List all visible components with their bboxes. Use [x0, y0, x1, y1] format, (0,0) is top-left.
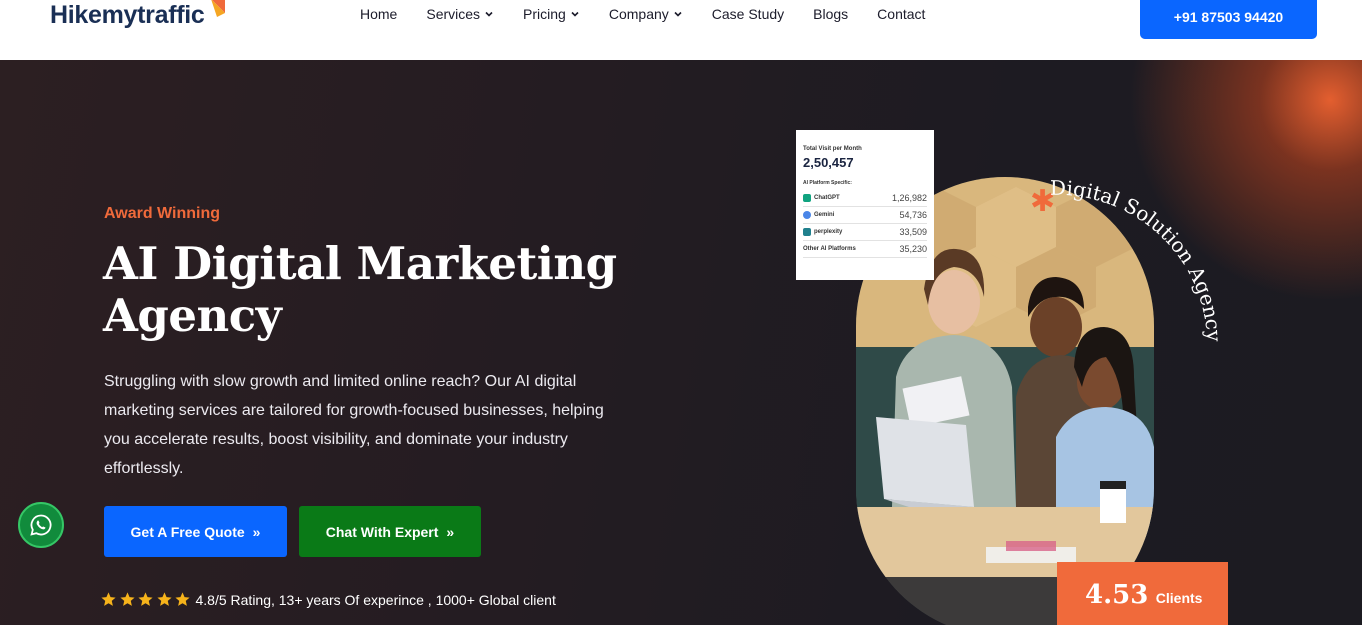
star-icon — [100, 591, 117, 608]
star-icon — [156, 591, 173, 608]
stats-row-label: perplexity — [803, 228, 842, 236]
stats-row: ChatGPT 1,26,982 — [803, 190, 927, 207]
stats-row-value: 33,509 — [899, 227, 927, 237]
label-text: Other AI Platforms — [803, 246, 856, 252]
nav-label: Pricing — [523, 6, 566, 22]
label-text: ChatGPT — [814, 195, 840, 201]
chatgpt-icon — [803, 194, 811, 202]
nav-label: Services — [426, 6, 481, 22]
stats-title: Total Visit per Month — [803, 146, 862, 152]
clients-number: 4.53 — [1085, 580, 1149, 610]
rating-text: 4.8/5 Rating, 13+ years Of experince , 1… — [195, 591, 556, 608]
badge-text-path: Digital Solution Agency — [1050, 176, 1226, 343]
chevron-down-icon — [673, 9, 683, 19]
double-chevron-right-icon: » — [252, 523, 261, 540]
star-icon — [119, 591, 136, 608]
chat-with-expert-button[interactable]: Chat With Expert » — [299, 506, 481, 557]
nav-label: Company — [608, 6, 669, 22]
clients-box: 4.53 Clients — [1057, 562, 1228, 625]
whatsapp-icon — [30, 514, 52, 536]
stats-row-value: 1,26,982 — [891, 193, 927, 203]
logo[interactable]: Hikemytraffic — [50, 0, 227, 32]
nav-company[interactable]: Company — [609, 6, 683, 22]
label-text: perplexity — [814, 229, 843, 235]
perplexity-icon — [803, 228, 811, 236]
nav-home[interactable]: Home — [360, 6, 397, 22]
nav-contact[interactable]: Contact — [877, 6, 925, 22]
stats-row: perplexity 33,509 — [803, 224, 927, 241]
stats-row: Other AI Platforms 35,230 — [803, 241, 927, 258]
logo-text: Hikemytraffic — [50, 0, 205, 29]
button-label: Chat With Expert — [325, 523, 439, 540]
nav-blogs[interactable]: Blogs — [813, 6, 848, 22]
stats-row: Gemini 54,736 — [803, 207, 927, 224]
nav-case-study[interactable]: Case Study — [712, 6, 784, 22]
stats-rows: ChatGPT 1,26,982 Gemini 54,736 perplexit… — [803, 190, 927, 258]
hero-section: Award Winning AI Digital Marketing Agenc… — [0, 60, 1362, 625]
stats-row-label: Gemini — [803, 211, 834, 219]
site-header: Hikemytraffic Home Services Pricing Comp… — [0, 0, 1362, 60]
digital-solution-badge: ✱ Digital Solution Agency — [1030, 176, 1226, 343]
double-chevron-right-icon: » — [446, 523, 455, 540]
star-icon — [137, 591, 154, 608]
phone-button[interactable]: +91 87503 94420 — [1140, 0, 1317, 39]
eyebrow-label: Award Winning — [104, 205, 220, 222]
main-nav: Home Services Pricing Company Case Study… — [360, 4, 954, 24]
title-line-2: Agency — [103, 289, 282, 342]
badge-curved-text: Digital Solution Agency — [1050, 176, 1226, 343]
chevron-down-icon — [484, 9, 494, 19]
nav-services[interactable]: Services — [426, 6, 494, 22]
arrow-up-right-icon — [207, 0, 227, 19]
nav-pricing[interactable]: Pricing — [523, 6, 580, 22]
hero-description: Struggling with slow growth and limited … — [104, 373, 604, 477]
stats-total: 2,50,457 — [803, 155, 854, 170]
label-text: Gemini — [814, 212, 835, 218]
stats-subtitle: AI Platform Specific: — [803, 180, 852, 186]
nav-label: Blogs — [813, 6, 849, 22]
stats-row-value: 54,736 — [899, 210, 927, 220]
button-label: Get A Free Quote — [130, 523, 245, 540]
get-free-quote-button[interactable]: Get A Free Quote » — [104, 506, 287, 557]
stats-card: Total Visit per Month 2,50,457 AI Platfo… — [796, 130, 934, 280]
whatsapp-button[interactable] — [18, 502, 64, 548]
stats-row-label: Other AI Platforms — [803, 246, 856, 252]
stats-row-label: ChatGPT — [803, 194, 840, 202]
chevron-down-icon — [570, 9, 580, 19]
gemini-icon — [803, 211, 811, 219]
clients-label: Clients — [1155, 590, 1203, 606]
page-title: AI Digital Marketing Agency — [103, 238, 663, 342]
nav-label: Contact — [877, 6, 926, 22]
nav-label: Home — [360, 6, 398, 22]
title-line-1: AI Digital Marketing — [103, 237, 617, 290]
rating-stars — [100, 591, 193, 608]
stats-row-value: 35,230 — [899, 244, 927, 254]
nav-label: Case Study — [711, 6, 785, 22]
star-icon — [174, 591, 191, 608]
rating-row: 4.8/5 Rating, 13+ years Of experince , 1… — [100, 591, 556, 608]
